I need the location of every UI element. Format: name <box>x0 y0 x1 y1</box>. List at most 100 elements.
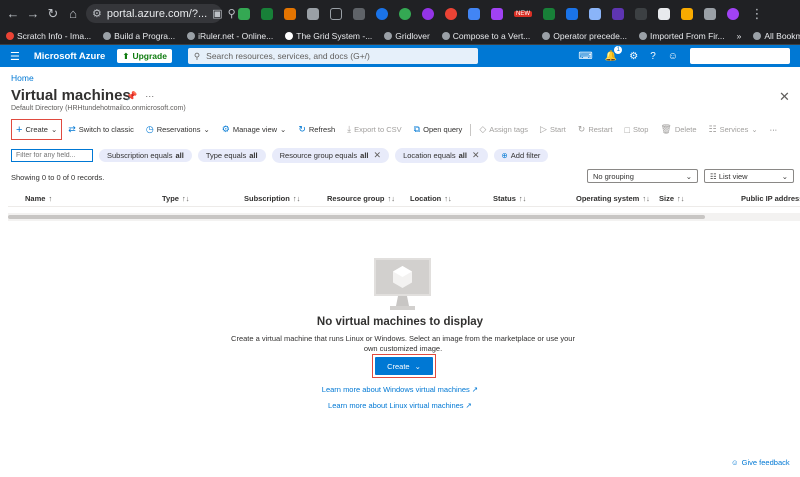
cloud-shell-icon[interactable]: ⌨ <box>578 51 592 62</box>
start-button[interactable]: ▷ Start <box>534 124 572 135</box>
column-header-size[interactable]: Size ↑↓ <box>659 194 685 203</box>
table-header: Name ↑ Type ↑↓ Subscription ↑↓ Resource gro… <box>8 190 800 207</box>
stop-button[interactable]: □ Stop <box>619 125 655 135</box>
hamburger-menu-icon[interactable]: ☰ <box>10 50 20 63</box>
learn-windows-link[interactable]: Learn more about Windows virtual machine… <box>0 385 800 394</box>
extension-icon[interactable] <box>422 7 434 20</box>
assign-tags-button[interactable]: ◇ Assign tags <box>473 124 534 135</box>
column-header-subscription[interactable]: Subscription ↑↓ <box>244 194 300 203</box>
upgrade-button[interactable]: ⬆ Upgrade <box>117 49 172 63</box>
add-filter-button[interactable]: ⊕ Add filter <box>493 149 549 162</box>
notifications-icon[interactable]: 🔔 1 <box>605 45 623 62</box>
bookmark-item[interactable]: Scratch Info - Ima... <box>6 31 91 41</box>
help-icon[interactable]: ? <box>650 51 656 62</box>
breadcrumb[interactable]: Home <box>11 73 34 83</box>
bookmark-item[interactable]: iRuler.net - Online... <box>187 31 273 41</box>
column-header-resource-group[interactable]: Resource group ↑↓ <box>327 194 395 203</box>
filter-input[interactable] <box>11 149 93 162</box>
extension-icon[interactable] <box>566 7 578 20</box>
horizontal-scrollbar-thumb[interactable] <box>8 215 705 219</box>
column-header-os[interactable]: Operating system ↑↓ <box>576 194 650 203</box>
download-icon: ⤓ <box>347 124 352 134</box>
filter-pill-type[interactable]: Type equals all <box>197 149 266 162</box>
refresh-button[interactable]: ↻ Refresh <box>292 124 341 135</box>
filter-pill-resource-group[interactable]: Resource group equals all ✕ <box>271 148 390 163</box>
extension-icon[interactable] <box>491 7 503 20</box>
column-header-type[interactable]: Type ↑↓ <box>162 194 189 203</box>
services-button[interactable]: ☷ Services ⌄ <box>703 124 764 135</box>
extension-icon[interactable] <box>330 7 342 20</box>
search-input[interactable]: ⚲ Search resources, services, and docs (G… <box>187 48 478 64</box>
extension-icon[interactable] <box>261 7 273 20</box>
give-feedback-link[interactable]: ☺ Give feedback <box>731 458 790 467</box>
extension-icon[interactable] <box>307 7 319 20</box>
bookmark-item[interactable]: Build a Progra... <box>103 31 175 41</box>
bookmark-item[interactable]: Compose to a Vert... <box>441 31 530 41</box>
manage-view-button[interactable]: ⚙ Manage view ⌄ <box>216 124 293 135</box>
close-icon[interactable]: ✕ <box>779 89 790 105</box>
column-header-public-ip[interactable]: Public IP address <box>741 194 800 203</box>
menu-dots-icon[interactable]: ⋮ <box>750 6 764 22</box>
back-icon[interactable]: ← <box>6 6 20 21</box>
bookmark-item[interactable]: Gridlover <box>384 31 430 41</box>
grouping-dropdown[interactable]: No grouping ⌄ <box>587 169 698 183</box>
column-header-name[interactable]: Name ↑ <box>25 194 52 203</box>
export-csv-button[interactable]: ⤓ Export to CSV <box>341 124 408 135</box>
new-badge[interactable]: NEW <box>514 10 532 17</box>
pin-icon[interactable]: 📌 <box>126 91 137 102</box>
open-query-button[interactable]: ⧉ Open query <box>408 124 469 135</box>
extension-icon[interactable] <box>238 7 250 20</box>
bookmark-item[interactable]: Imported From Fir... <box>638 31 725 41</box>
site-info-icon[interactable]: ⚙ <box>92 7 102 20</box>
switch-classic-button[interactable]: ⇄ Switch to classic <box>62 124 140 135</box>
extension-icon[interactable] <box>681 7 693 20</box>
restart-button[interactable]: ↻ Restart <box>572 124 619 135</box>
bookmark-item[interactable]: Operator precede... <box>542 31 627 41</box>
settings-gear-icon[interactable]: ⚙ <box>629 51 638 62</box>
extension-icon[interactable] <box>543 7 555 20</box>
forward-icon[interactable]: → <box>26 6 40 21</box>
address-bar[interactable]: ⚙ portal.azure.com/?... ▣ ⚲ ☆ <box>86 4 251 23</box>
bookmark-item[interactable]: The Grid System -... <box>285 31 372 41</box>
zoom-icon[interactable]: ⚲ <box>228 7 236 20</box>
extension-icon[interactable] <box>445 7 457 20</box>
create-vm-button[interactable]: Create ⌄ <box>375 357 433 375</box>
delete-button[interactable]: 🗑 Delete <box>654 124 702 135</box>
extension-icon[interactable] <box>468 7 480 20</box>
chevron-right-icon[interactable]: » <box>737 31 742 41</box>
create-button[interactable]: + Create ⌄ <box>11 119 63 140</box>
feedback-icon[interactable]: ☺ <box>668 51 678 62</box>
extension-icon[interactable] <box>658 7 670 20</box>
extension-icon[interactable] <box>399 7 411 20</box>
puzzle-icon[interactable] <box>704 7 716 20</box>
bookmark-label: Scratch Info - Ima... <box>17 30 92 41</box>
filter-pill-subscription[interactable]: Subscription equals all <box>99 149 192 162</box>
view-dropdown[interactable]: ☷ List view ⌄ <box>704 169 794 183</box>
screen-share-icon[interactable]: ▣ <box>212 7 222 20</box>
brand-name[interactable]: Microsoft Azure <box>34 51 105 62</box>
extension-icon[interactable] <box>376 7 388 20</box>
filter-pill-location[interactable]: Location equals all ✕ <box>395 148 488 163</box>
extension-icon[interactable] <box>284 7 296 20</box>
learn-linux-link[interactable]: Learn more about Linux virtual machines … <box>0 401 800 410</box>
divider <box>470 123 472 136</box>
all-bookmarks[interactable]: All Bookmarks <box>753 31 800 41</box>
extension-icon[interactable] <box>635 7 647 20</box>
reservations-button[interactable]: ◷ Reservations ⌄ <box>140 124 216 135</box>
extension-icon[interactable] <box>612 7 624 20</box>
extension-icon[interactable] <box>353 7 365 20</box>
profile-avatar[interactable] <box>727 7 739 20</box>
extension-icon[interactable] <box>589 7 601 20</box>
sort-icon: ↑↓ <box>444 194 452 203</box>
account-box[interactable] <box>690 48 790 64</box>
remove-filter-icon[interactable]: ✕ <box>374 150 382 161</box>
feedback-label: Give feedback <box>741 458 790 467</box>
remove-filter-icon[interactable]: ✕ <box>472 150 480 161</box>
reload-icon[interactable]: ↻ <box>46 6 60 22</box>
column-header-status[interactable]: Status ↑↓ <box>493 194 526 203</box>
more-icon[interactable]: ··· <box>145 91 154 102</box>
switch-classic-label: Switch to classic <box>78 125 134 134</box>
home-icon[interactable]: ⌂ <box>66 6 80 21</box>
column-header-location[interactable]: Location ↑↓ <box>410 194 452 203</box>
more-commands-button[interactable]: ··· <box>764 125 784 134</box>
